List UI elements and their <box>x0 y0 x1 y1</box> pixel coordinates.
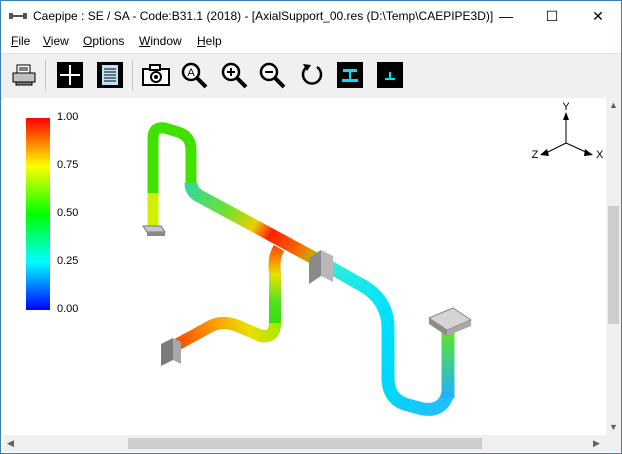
zoom-auto-icon: A <box>181 62 208 89</box>
scroll-left-icon[interactable]: ◀ <box>7 438 14 449</box>
toolbar-separator <box>45 60 46 90</box>
small-support-icon <box>377 62 403 88</box>
pipe-model: Y Z X <box>142 101 604 416</box>
rotate-button[interactable] <box>297 60 327 90</box>
print-icon <box>12 64 36 86</box>
document-icon <box>97 62 123 88</box>
scroll-right-icon[interactable]: ▶ <box>593 438 600 449</box>
app-window: Caepipe : SE / SA - Code:B31.1 (2018) - … <box>0 0 622 454</box>
axis-label-x: X <box>596 149 604 161</box>
maximize-icon: ☐ <box>545 7 559 24</box>
camera-button[interactable] <box>141 60 171 90</box>
anchor-support-button[interactable] <box>335 60 365 90</box>
menu-view[interactable]: View <box>43 34 69 48</box>
menu-options[interactable]: Options <box>83 34 124 48</box>
menu-window[interactable]: Window <box>139 34 182 48</box>
title-bar[interactable]: Caepipe : SE / SA - Code:B31.1 (2018) - … <box>1 1 621 31</box>
graphics-view[interactable]: 1.00 0.75 0.50 0.25 0.00 Y Z X <box>3 98 606 435</box>
camera-icon <box>142 64 170 86</box>
menu-help[interactable]: Help <box>197 34 222 48</box>
zoom-auto-letter: A <box>187 67 195 79</box>
zoom-auto-button[interactable]: A <box>179 60 209 90</box>
small-support-button[interactable] <box>375 60 405 90</box>
vertical-scroll-thumb[interactable] <box>608 206 619 324</box>
close-icon: ✕ <box>592 7 604 24</box>
crosshair-icon <box>57 62 83 88</box>
zoom-out-button[interactable] <box>257 60 287 90</box>
minimize-button[interactable]: — <box>483 1 529 31</box>
document-button[interactable] <box>95 60 125 90</box>
zoom-in-button[interactable] <box>219 60 249 90</box>
window-title: Caepipe : SE / SA - Code:B31.1 (2018) - … <box>33 9 494 23</box>
anchor-support-icon <box>337 62 363 88</box>
print-button[interactable] <box>9 60 39 90</box>
vertical-scrollbar[interactable]: ▲ ▼ <box>606 98 621 435</box>
toolbar-separator <box>132 60 133 90</box>
axis-label-z: Z <box>532 149 539 161</box>
rotate-icon <box>301 64 323 85</box>
toolbar: A <box>1 53 621 99</box>
app-icon <box>9 13 27 19</box>
crosshair-button[interactable] <box>55 60 85 90</box>
zoom-in-icon <box>221 62 248 89</box>
scroll-down-icon[interactable]: ▼ <box>609 422 618 432</box>
scrollbar-corner <box>606 435 621 452</box>
maximize-button[interactable]: ☐ <box>529 1 575 31</box>
menu-bar: File View Options Window Help <box>1 31 621 52</box>
menu-file[interactable]: File <box>11 34 30 48</box>
minimize-icon: — <box>499 8 513 24</box>
axis-label-y: Y <box>562 101 570 113</box>
horizontal-scroll-thumb[interactable] <box>128 438 482 449</box>
close-button[interactable]: ✕ <box>575 1 621 31</box>
scroll-up-icon[interactable]: ▲ <box>609 100 618 110</box>
zoom-out-icon <box>259 62 286 89</box>
horizontal-scrollbar[interactable]: ◀ ▶ <box>3 435 606 452</box>
